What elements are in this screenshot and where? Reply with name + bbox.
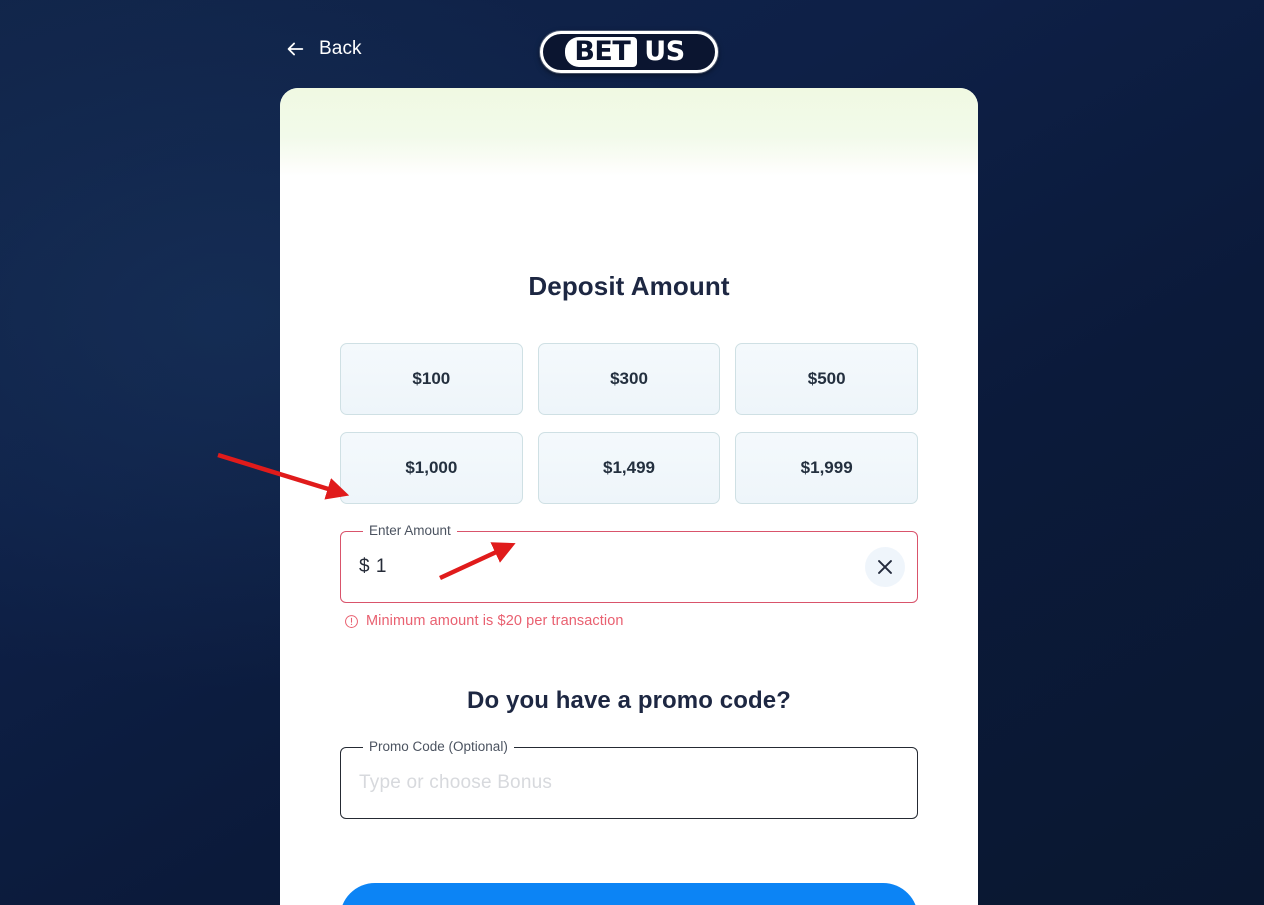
amount-chip-grid: $100 $300 $500 $1,000 $1,499 $1,999 (340, 343, 918, 504)
alert-circle-icon (345, 614, 358, 628)
continue-button[interactable]: Continue (340, 883, 918, 905)
amount-chip-300[interactable]: $300 (537, 343, 721, 415)
logo-text-us: US (644, 36, 685, 67)
amount-error-text: Minimum amount is $20 per transaction (366, 613, 624, 629)
logo-inner: BET US (565, 34, 692, 70)
close-icon (878, 560, 892, 574)
amount-chip-1499[interactable]: $1,499 (537, 432, 721, 504)
promo-code-field[interactable]: Promo Code (Optional) Type or choose Bon… (340, 739, 918, 819)
amount-chip-500[interactable]: $500 (735, 343, 918, 415)
enter-amount-field[interactable]: Enter Amount $ 1 (340, 523, 918, 603)
betus-logo: BET US (540, 31, 718, 73)
top-bar: Back BET US (0, 0, 1264, 88)
clear-amount-button[interactable] (865, 547, 905, 587)
amount-chip-100[interactable]: $100 (340, 343, 523, 415)
back-button-label: Back (319, 38, 362, 59)
promo-code-placeholder: Type or choose Bonus (359, 772, 553, 793)
amount-error-message: Minimum amount is $20 per transaction (340, 613, 918, 629)
page-title: Deposit Amount (528, 271, 730, 301)
promo-code-heading: Do you have a promo code? (467, 687, 791, 714)
card-body: Deposit Amount $100 $300 $500 $1,000 $1,… (280, 176, 978, 905)
deposit-card: Deposit Amount $100 $300 $500 $1,000 $1,… (280, 88, 978, 905)
logo-text-bet: BET (565, 37, 638, 67)
amount-chip-1000[interactable]: $1,000 (340, 432, 523, 504)
card-top-banner (280, 88, 978, 176)
enter-amount-value: $ 1 (359, 556, 387, 577)
promo-code-label: Promo Code (Optional) (363, 739, 514, 755)
back-button[interactable]: Back (284, 38, 362, 60)
arrow-left-icon (287, 42, 304, 56)
enter-amount-label: Enter Amount (363, 523, 457, 539)
amount-chip-1999[interactable]: $1,999 (735, 432, 918, 504)
